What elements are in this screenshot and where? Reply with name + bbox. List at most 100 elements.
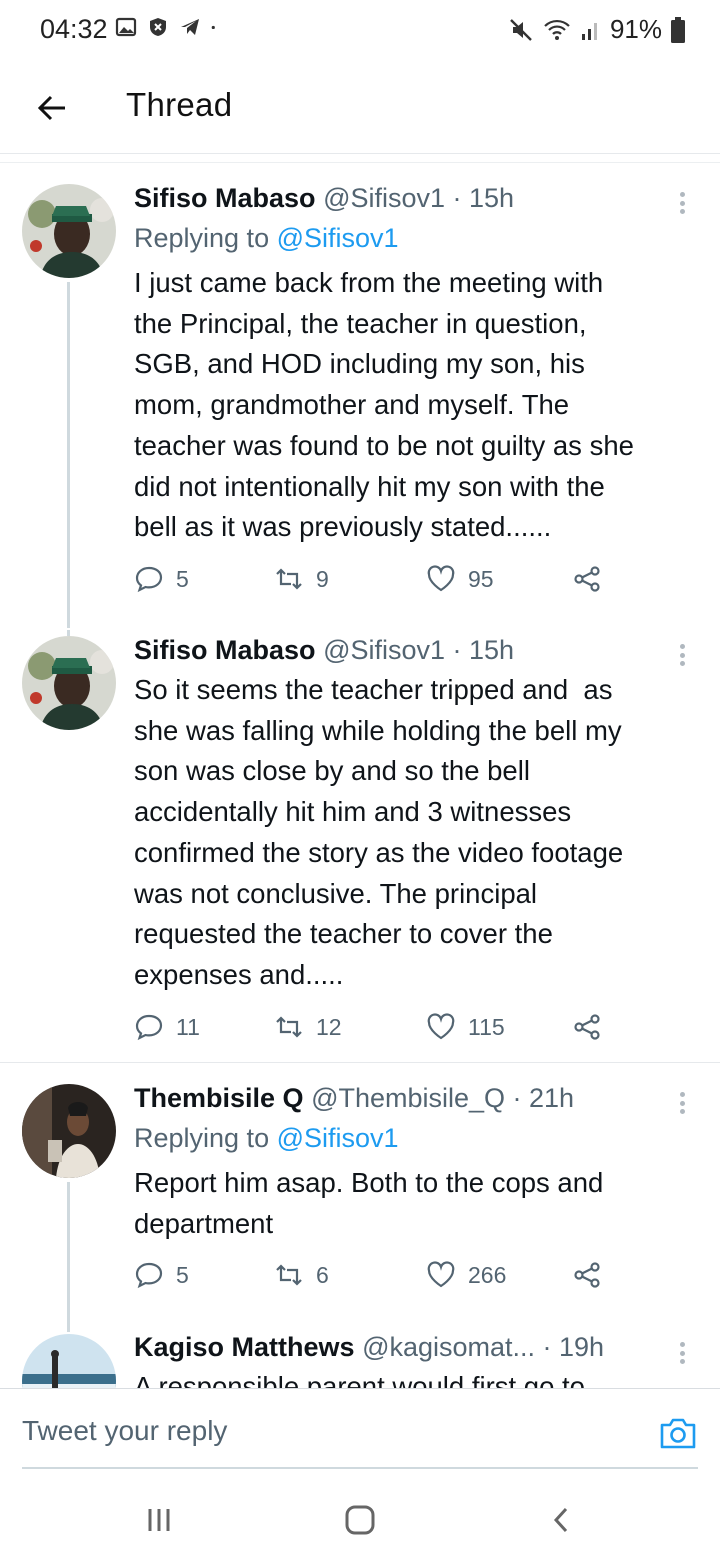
camera-button[interactable] [658, 1413, 698, 1453]
avatar[interactable] [22, 184, 116, 278]
page-title: Thread [126, 86, 233, 123]
reply-button[interactable]: 5 [134, 1260, 189, 1290]
recent-apps-icon [148, 1509, 170, 1531]
like-button[interactable]: 95 [426, 564, 494, 594]
tweet-body: Kagiso Matthews @kagisomat... · 19h A re… [134, 1327, 660, 1388]
tweet-text: I just came back from the meeting with t… [134, 267, 634, 543]
author-handle-time: @Thembisile_Q · 21h [311, 1083, 575, 1113]
reply-input[interactable]: Tweet your reply [22, 1415, 227, 1447]
battery-percent: 91% [609, 14, 662, 44]
reply-button[interactable]: 5 [134, 564, 189, 594]
retweet-count: 12 [316, 1013, 342, 1040]
like-button[interactable]: 115 [426, 1012, 505, 1042]
replying-to: Replying to @Sifisov1 [134, 218, 700, 259]
reply-input-underline [22, 1467, 698, 1469]
shield-icon [150, 18, 166, 36]
like-count: 266 [468, 1261, 507, 1288]
reply-count: 11 [176, 1013, 200, 1040]
tweet-divider [0, 1062, 720, 1063]
author-name[interactable]: Sifiso Mabaso [134, 183, 316, 213]
reply-count: 5 [176, 1261, 189, 1288]
telegram-icon [181, 19, 199, 35]
author-name[interactable]: Sifiso Mabaso [134, 635, 316, 665]
retweet-button[interactable]: 9 [274, 564, 329, 594]
system-back-button[interactable] [540, 1500, 584, 1540]
dot-icon [211, 25, 215, 30]
tweet-header: Sifiso Mabaso @Sifisov1 · 15h [134, 630, 700, 670]
home-icon [345, 1505, 375, 1535]
gallery-icon [115, 17, 137, 37]
retweet-count: 6 [316, 1261, 329, 1288]
reply-icon [135, 566, 163, 593]
heart-icon [427, 1013, 455, 1040]
header: Thread [0, 62, 720, 154]
tweet-header: Kagiso Matthews @kagisomat... · 19h [134, 1327, 660, 1367]
tweet-body: Thembisile Q @Thembisile_Q · 21h Replyin… [134, 1078, 700, 1244]
reply-button[interactable]: 11 [134, 1012, 200, 1042]
reply-count: 5 [176, 565, 189, 592]
like-count: 95 [468, 565, 494, 592]
tweet[interactable]: Kagiso Matthews @kagisomat... · 19h A re… [0, 1326, 720, 1388]
heart-icon [427, 565, 455, 592]
tweet-text: Report him asap. Both to the cops and de… [134, 1167, 604, 1239]
back-icon [553, 1507, 568, 1533]
avatar[interactable] [22, 1084, 116, 1178]
retweet-button[interactable]: 6 [274, 1260, 329, 1290]
status-bar: 04:32 91% [0, 0, 720, 62]
reply-bar: Tweet your reply [0, 1388, 720, 1480]
signal-icon [581, 22, 597, 40]
mute-icon [510, 18, 532, 41]
retweet-button[interactable]: 12 [274, 1012, 342, 1042]
replying-prefix: Replying to [134, 223, 270, 253]
wifi-icon [544, 19, 570, 40]
back-button[interactable] [28, 84, 76, 132]
like-count: 115 [468, 1013, 505, 1040]
share-icon [574, 1014, 600, 1040]
thread-line [67, 282, 70, 628]
replying-mention[interactable]: @Sifisov1 [277, 1123, 399, 1153]
reply-icon [135, 1262, 163, 1289]
share-button[interactable] [572, 564, 602, 594]
status-left-icons [115, 16, 221, 38]
thread-line [67, 1182, 70, 1332]
home-button[interactable] [338, 1500, 382, 1540]
share-button[interactable] [572, 1260, 602, 1290]
retweet-icon [276, 1264, 302, 1286]
tweet-actions: 11 12 115 [134, 1012, 614, 1052]
recent-apps-button[interactable] [137, 1500, 181, 1540]
like-button[interactable]: 266 [426, 1260, 506, 1290]
reply-icon [135, 1014, 163, 1041]
retweet-icon [276, 1016, 302, 1038]
replying-mention[interactable]: @Sifisov1 [277, 223, 399, 253]
retweet-icon [276, 568, 302, 590]
camera-icon [660, 1418, 696, 1449]
tweet-text: A responsible parent would first go to [134, 1371, 585, 1388]
author-handle-time: @Sifisov1 · 15h [323, 183, 515, 213]
replying-to: Replying to @Sifisov1 [134, 1118, 700, 1159]
tweet-actions: 5 6 266 [134, 1260, 614, 1300]
header-divider [0, 162, 720, 163]
share-button[interactable] [572, 1012, 602, 1042]
avatar[interactable] [22, 1334, 116, 1388]
tweet-actions: 5 9 95 [134, 564, 614, 604]
replying-prefix: Replying to [134, 1123, 270, 1153]
system-nav-bar [0, 1480, 720, 1560]
avatar[interactable] [22, 636, 116, 730]
tweet-header: Sifiso Mabaso @Sifisov1 · 15h [134, 178, 700, 218]
author-name[interactable]: Kagiso Matthews [134, 1332, 355, 1362]
status-right: 91% [508, 14, 686, 45]
tweet-body: Sifiso Mabaso @Sifisov1 · 15h So it seem… [134, 630, 700, 996]
author-handle-time: @kagisomat... · 19h [362, 1332, 605, 1362]
author-name[interactable]: Thembisile Q [134, 1083, 304, 1113]
retweet-count: 9 [316, 565, 329, 592]
tweet[interactable]: Sifiso Mabaso @Sifisov1 · 15h Replying t… [0, 178, 720, 628]
tweet[interactable]: Sifiso Mabaso @Sifisov1 · 15h So it seem… [0, 630, 720, 1062]
tweet[interactable]: Thembisile Q @Thembisile_Q · 21h Replyin… [0, 1078, 720, 1332]
tweet-body: Sifiso Mabaso @Sifisov1 · 15h Replying t… [134, 178, 700, 548]
more-options-button[interactable] [670, 1338, 694, 1368]
tweet-text: So it seems the teacher tripped and as s… [134, 674, 624, 990]
share-icon [574, 566, 600, 592]
arrow-left-icon [37, 95, 65, 121]
tweet-header: Thembisile Q @Thembisile_Q · 21h [134, 1078, 700, 1118]
heart-icon [427, 1261, 455, 1288]
